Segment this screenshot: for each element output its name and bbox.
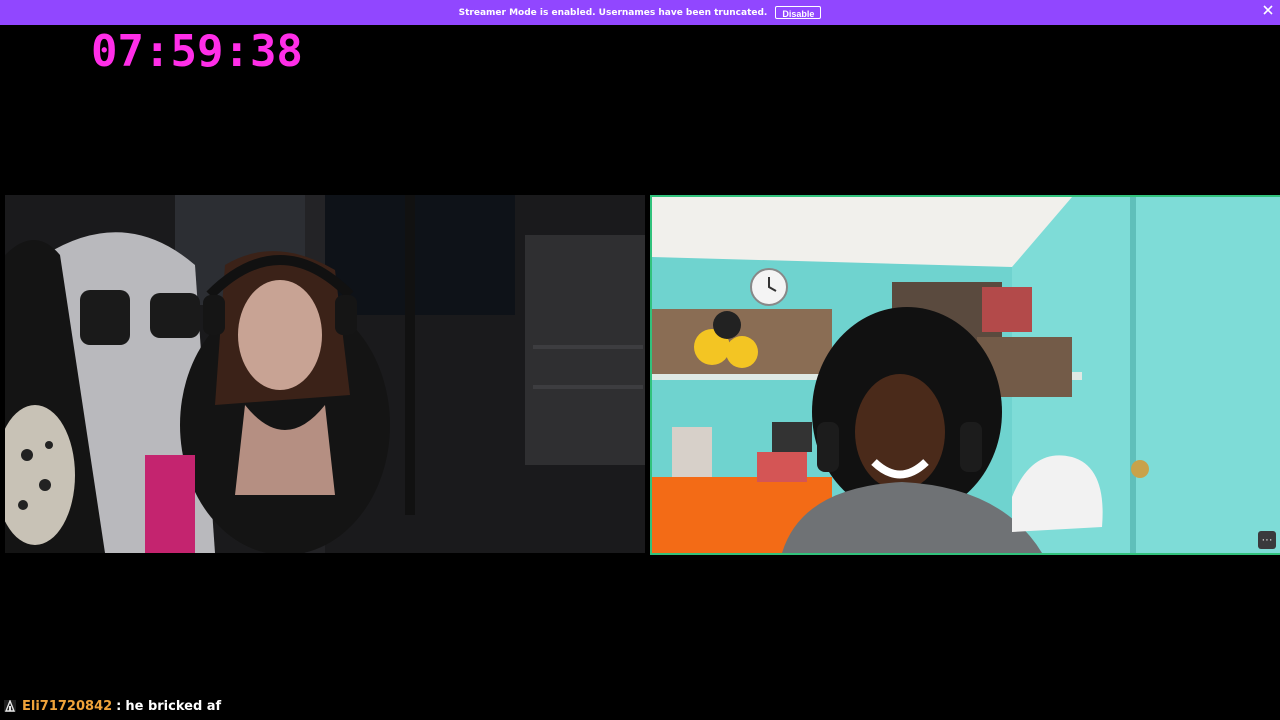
video-feed-right: ···: [650, 195, 1280, 555]
video-feed-right-image: [652, 197, 1280, 553]
chat-username[interactable]: Eli71720842: [22, 699, 112, 714]
broadcaster-badge-icon: [4, 700, 16, 712]
banner-message: Streamer Mode is enabled. Usernames have…: [458, 7, 768, 18]
chat-text: he bricked af: [125, 698, 222, 714]
streamer-mode-banner: Streamer Mode is enabled. Usernames have…: [0, 0, 1280, 25]
stream-timer: 07:59:38: [91, 26, 303, 77]
disable-streamer-mode-button[interactable]: Disable: [775, 6, 822, 19]
video-feed-left: [5, 195, 645, 553]
close-icon[interactable]: [1262, 5, 1274, 19]
chat-message: Eli71720842 : he bricked af: [4, 697, 221, 715]
chat-separator: :: [116, 698, 122, 714]
more-options-button[interactable]: ···: [1258, 531, 1276, 549]
video-feed-left-image: [5, 195, 645, 553]
